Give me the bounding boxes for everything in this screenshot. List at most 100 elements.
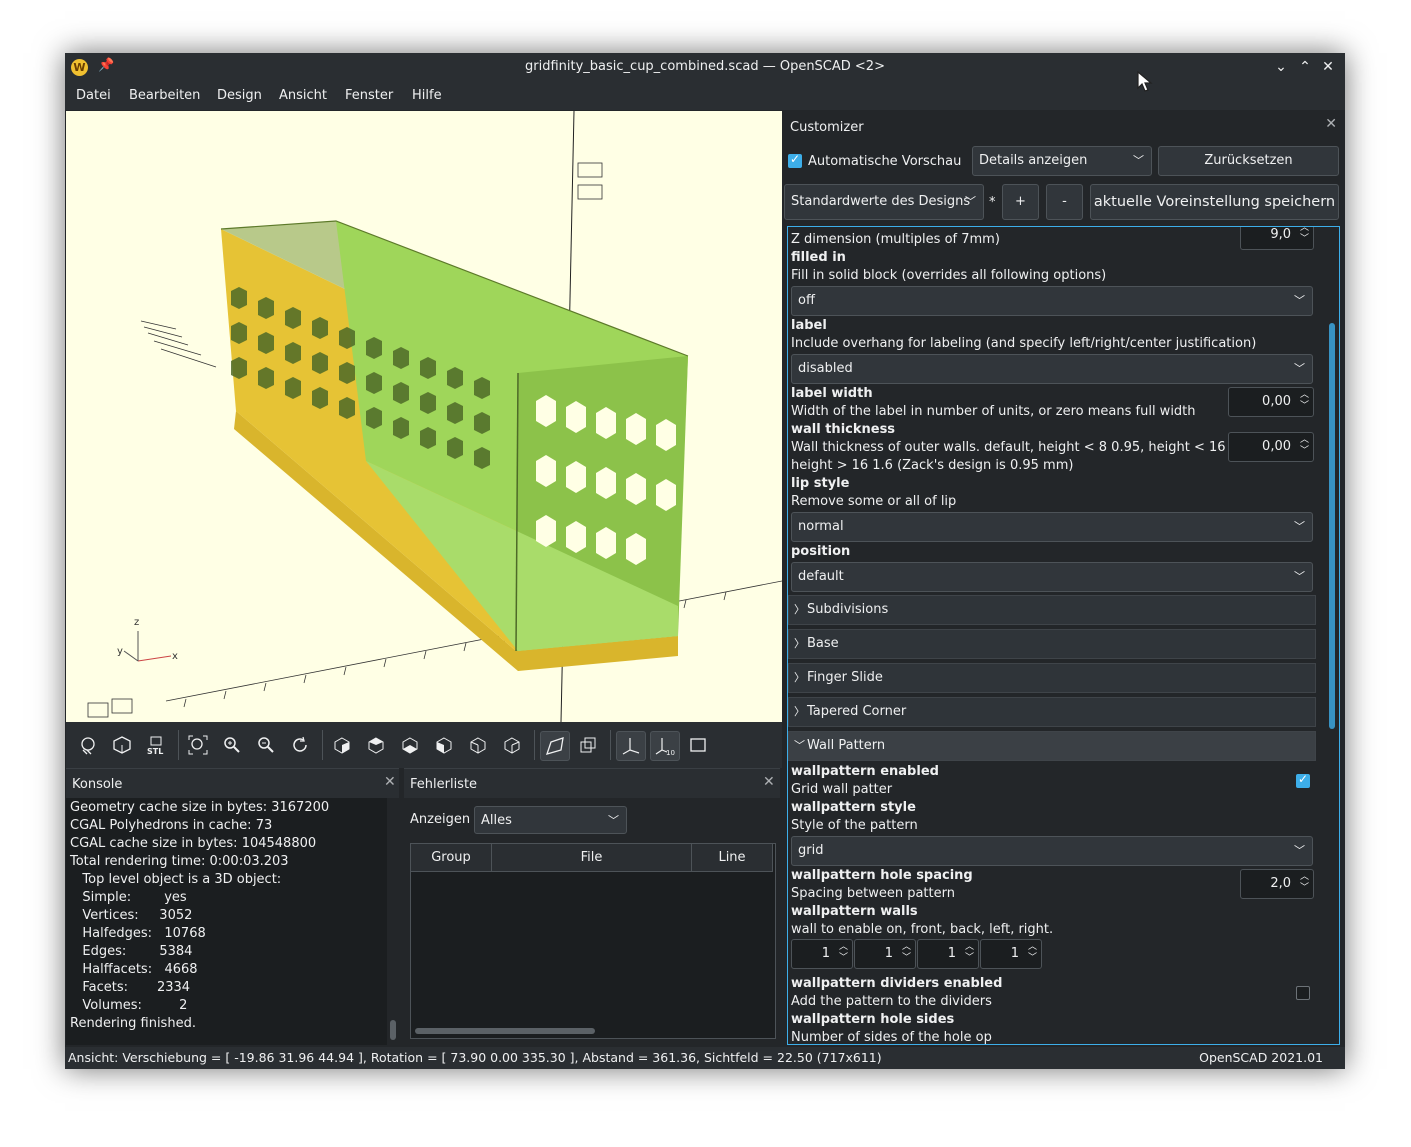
version-label: OpenSCAD 2021.01 [1199, 1050, 1323, 1065]
perspective-icon[interactable] [540, 731, 570, 761]
close-icon[interactable]: ✕ [1317, 56, 1339, 78]
column-file[interactable]: File [492, 844, 692, 872]
console-line: Geometry cache size in bytes: 3167200 [70, 800, 330, 815]
view-front-icon[interactable] [464, 731, 492, 759]
wall-thickness-value: 0,00 [1262, 439, 1291, 454]
wallpattern-enabled-label: wallpattern enabled [791, 764, 939, 779]
wallpattern-wall-front-spinbox[interactable]: 1 ︿ ﹀ [791, 939, 853, 969]
chevron-right-icon: 〉 [794, 705, 805, 718]
console-line: CGAL Polyhedrons in cache: 73 [70, 818, 273, 833]
view-left-icon[interactable] [430, 731, 458, 759]
wallpattern-hole-sides-desc: Number of sides of the hole op [791, 1030, 992, 1045]
reset-view-icon[interactable] [286, 731, 314, 759]
show-scale-icon[interactable]: 10 [650, 731, 680, 761]
position-label: position [791, 544, 851, 559]
export-stl-icon[interactable]: STL [142, 731, 170, 759]
menu-ansicht[interactable]: Ansicht [279, 88, 327, 103]
view-all-icon[interactable] [184, 731, 212, 759]
wallpattern-dividers-checkbox[interactable] [1296, 986, 1310, 1000]
customizer-close-icon[interactable]: ✕ [1325, 116, 1337, 132]
errors-close-icon[interactable]: ✕ [763, 774, 775, 790]
menu-hilfe[interactable]: Hilfe [412, 88, 442, 103]
save-preset-button[interactable]: aktuelle Voreinstellung speichern [1090, 184, 1339, 220]
console-line: Top level object is a 3D object: [70, 872, 282, 887]
mouse-cursor-icon [1137, 71, 1153, 92]
remove-preset-button[interactable]: - [1046, 184, 1083, 220]
add-preset-button[interactable]: + [1002, 184, 1039, 220]
wallpattern-walls-label: wallpattern walls [791, 904, 918, 919]
parameter-list[interactable]: Z dimension (multiples of 7mm) 9,0 ︿ ﹀ fi… [787, 226, 1340, 1045]
console-title: Konsole [72, 777, 123, 792]
wallpattern-spacing-spinbox[interactable]: 2,0 ︿ ﹀ [1240, 869, 1314, 899]
view-top-icon[interactable] [362, 731, 390, 759]
section-subdivisions[interactable]: 〉 Subdivisions [788, 595, 1316, 625]
spin-arrows-icon[interactable]: ︿ ﹀ [839, 942, 848, 964]
menu-bearbeiten[interactable]: Bearbeiten [129, 88, 200, 103]
error-list: Anzeigen Alles ﹀ Group File Line [404, 798, 780, 1045]
spin-arrows-icon[interactable]: ︿ ﹀ [1028, 942, 1037, 964]
view-right-icon[interactable] [328, 731, 356, 759]
reset-button[interactable]: Zurücksetzen [1158, 146, 1339, 176]
wallpattern-enabled-checkbox[interactable] [1296, 772, 1310, 788]
preview-icon[interactable] [108, 731, 136, 759]
position-select[interactable]: default ﹀ [791, 562, 1313, 592]
section-label: Subdivisions [807, 602, 889, 617]
console-scrollbar[interactable] [387, 798, 399, 1045]
wall-right-value: 1 [1010, 946, 1019, 961]
menu-datei[interactable]: Datei [76, 88, 111, 103]
parameter-scrollbar[interactable] [1326, 227, 1338, 1044]
console-close-icon[interactable]: ✕ [384, 774, 396, 790]
filled-in-select[interactable]: off ﹀ [791, 286, 1313, 316]
label-value: disabled [798, 361, 853, 376]
chevron-down-icon: ﹀ [794, 739, 805, 752]
show-axes-icon[interactable] [616, 731, 646, 761]
console-line: Edges: 5384 [70, 944, 193, 959]
view-bottom-icon[interactable] [396, 731, 424, 759]
orthogonal-icon[interactable] [574, 731, 602, 759]
section-tapered-corner[interactable]: 〉 Tapered Corner [788, 697, 1316, 727]
wallpattern-wall-right-spinbox[interactable]: 1 ︿ ﹀ [980, 939, 1042, 969]
z-dimension-spinbox[interactable]: 9,0 ︿ ﹀ [1240, 227, 1314, 250]
spin-arrows-icon[interactable]: ︿ ﹀ [1300, 435, 1309, 457]
minimize-icon[interactable]: ⌄ [1270, 56, 1292, 78]
column-line[interactable]: Line [692, 844, 773, 872]
section-finger-slide[interactable]: 〉 Finger Slide [788, 663, 1316, 693]
errors-filter-select[interactable]: Alles ﹀ [474, 806, 627, 834]
menu-design[interactable]: Design [217, 88, 262, 103]
label-width-spinbox[interactable]: 0,00 ︿ ﹀ [1228, 387, 1314, 417]
title-bar: W 📌 gridfinity_basic_cup_combined.scad —… [65, 53, 1345, 82]
details-select[interactable]: Details anzeigen ﹀ [972, 146, 1152, 176]
section-wall-pattern[interactable]: ﹀ Wall Pattern [788, 731, 1316, 761]
3d-viewport[interactable]: z x y [66, 111, 782, 722]
label-select[interactable]: disabled ﹀ [791, 354, 1313, 384]
wallpattern-wall-left-spinbox[interactable]: 1 ︿ ﹀ [917, 939, 979, 969]
spin-arrows-icon[interactable]: ︿ ﹀ [902, 942, 911, 964]
show-edges-icon[interactable] [684, 731, 712, 759]
section-base[interactable]: 〉 Base [788, 629, 1316, 659]
spin-arrows-icon[interactable]: ︿ ﹀ [1300, 390, 1309, 412]
spin-arrows-icon[interactable]: ︿ ﹀ [1300, 872, 1309, 894]
label-label: label [791, 318, 827, 333]
auto-preview-checkbox[interactable] [788, 152, 802, 168]
errors-table[interactable]: Group File Line [410, 843, 776, 1039]
wallpattern-style-select[interactable]: grid ﹀ [791, 836, 1313, 866]
chevron-down-icon: ﹀ [1294, 362, 1305, 375]
console-output[interactable]: Geometry cache size in bytes: 3167200 CG… [66, 798, 399, 1045]
lip-style-select[interactable]: normal ﹀ [791, 512, 1313, 542]
chevron-down-icon: ﹀ [1294, 294, 1305, 307]
zoom-in-icon[interactable] [218, 731, 246, 759]
zoom-out-icon[interactable] [252, 731, 280, 759]
wallpattern-wall-back-spinbox[interactable]: 1 ︿ ﹀ [854, 939, 916, 969]
preset-select[interactable]: Standardwerte des Designs ﹀ [784, 184, 984, 220]
filled-in-label: filled in [791, 250, 846, 265]
menu-fenster[interactable]: Fenster [345, 88, 393, 103]
spin-arrows-icon[interactable]: ︿ ﹀ [1300, 227, 1309, 245]
render-icon[interactable] [74, 731, 102, 759]
spin-arrows-icon[interactable]: ︿ ﹀ [965, 942, 974, 964]
maximize-icon[interactable]: ⌃ [1294, 56, 1316, 78]
errors-hscrollbar[interactable] [415, 1028, 595, 1034]
view-back-icon[interactable] [498, 731, 526, 759]
wall-thickness-spinbox[interactable]: 0,00 ︿ ﹀ [1228, 432, 1314, 462]
axis-label-z: z [134, 617, 139, 628]
column-group[interactable]: Group [411, 844, 492, 872]
